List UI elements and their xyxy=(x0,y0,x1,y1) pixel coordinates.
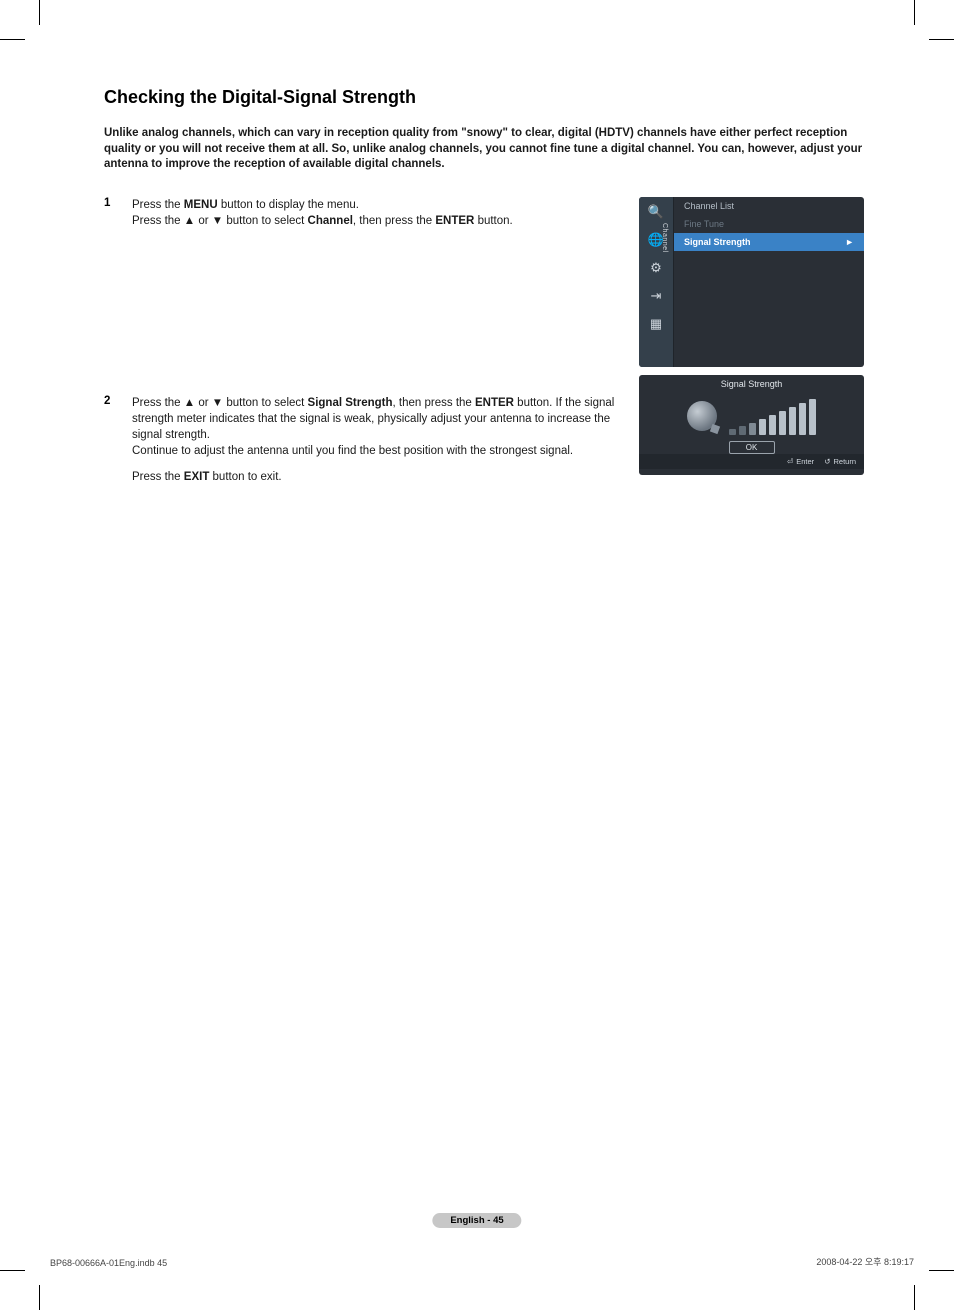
text: , then press the xyxy=(353,215,435,227)
section-title: Checking the Digital-Signal Strength xyxy=(104,87,864,108)
doc-footer-right: 2008-04-22 오후 8:19:17 xyxy=(816,1255,914,1268)
app-icon: ▦ xyxy=(647,315,665,333)
signal-panel-body xyxy=(639,391,864,441)
enter-hint: ⏎ Enter xyxy=(787,457,814,466)
text: Press the xyxy=(132,471,184,483)
crop-mark xyxy=(0,39,25,40)
step-number: 2 xyxy=(104,395,132,485)
page-content: Checking the Digital-Signal Strength Unl… xyxy=(104,87,864,501)
signal-bars-icon xyxy=(729,397,816,435)
text: Press the ▲ or ▼ button to select xyxy=(132,397,308,409)
osd-item-signal-strength: Signal Strength ► xyxy=(674,233,864,251)
magnifier-icon: 🔍 xyxy=(647,203,665,221)
menu-label: MENU xyxy=(184,199,218,211)
enter-label: Enter xyxy=(796,457,814,466)
gear-icon: ⚙ xyxy=(647,259,665,277)
osd-menu: 🔍 🌐 ⚙ ⇥ ▦ Channel Channel List Fine Tune… xyxy=(639,197,864,367)
step-body: Press the MENU button to display the men… xyxy=(132,197,513,229)
enter-label: ENTER xyxy=(435,215,474,227)
return-hint: ↺ Return xyxy=(824,457,856,466)
return-label: Return xyxy=(833,457,856,466)
signal-panel-footer: ⏎ Enter ↺ Return xyxy=(639,454,864,469)
steps-area: 🔍 🌐 ⚙ ⇥ ▦ Channel Channel List Fine Tune… xyxy=(104,197,864,486)
doc-footer-left: BP68-00666A-01Eng.indb 45 xyxy=(50,1258,167,1268)
signal-strength-panel: Signal Strength OK ⏎ Enter ↺ Return xyxy=(639,375,864,475)
channel-label: Channel xyxy=(308,215,353,227)
osd-item-fine-tune: Fine Tune xyxy=(674,215,864,233)
text: button to exit. xyxy=(209,471,281,483)
enter-label: ENTER xyxy=(475,397,514,409)
text: , then press the xyxy=(393,397,475,409)
exit-label: EXIT xyxy=(184,471,210,483)
signal-strength-label: Signal Strength xyxy=(308,397,393,409)
osd-item-channel-list: Channel List xyxy=(674,197,864,215)
osd-menu-list: Channel Channel List Fine Tune Signal St… xyxy=(674,197,864,367)
crop-mark xyxy=(0,1270,25,1271)
crop-mark xyxy=(39,0,40,25)
text: Press the ▲ or ▼ button to select xyxy=(132,215,308,227)
step-body: Press the ▲ or ▼ button to select Signal… xyxy=(132,395,622,485)
crop-mark xyxy=(929,1270,954,1271)
step-number: 1 xyxy=(104,197,132,229)
page-number-badge: English - 45 xyxy=(432,1213,521,1228)
crop-mark xyxy=(914,0,915,25)
text: Press the xyxy=(132,199,184,211)
text: button to display the menu. xyxy=(218,199,359,211)
chevron-right-icon: ► xyxy=(845,237,854,247)
text: button. xyxy=(474,215,512,227)
signal-panel-title: Signal Strength xyxy=(639,375,864,391)
crop-mark xyxy=(39,1285,40,1310)
osd-item-label: Signal Strength xyxy=(684,237,751,247)
exit-line: Press the EXIT button to exit. xyxy=(132,469,622,485)
crop-mark xyxy=(914,1285,915,1310)
osd-icon-column: 🔍 🌐 ⚙ ⇥ ▦ xyxy=(639,197,674,367)
satellite-dish-icon xyxy=(687,401,717,431)
text: Continue to adjust the antenna until you… xyxy=(132,445,573,457)
crop-mark xyxy=(929,39,954,40)
input-icon: ⇥ xyxy=(647,287,665,305)
osd-tab-label: Channel xyxy=(661,223,668,253)
intro-paragraph: Unlike analog channels, which can vary i… xyxy=(104,126,864,173)
ok-button: OK xyxy=(729,441,775,454)
